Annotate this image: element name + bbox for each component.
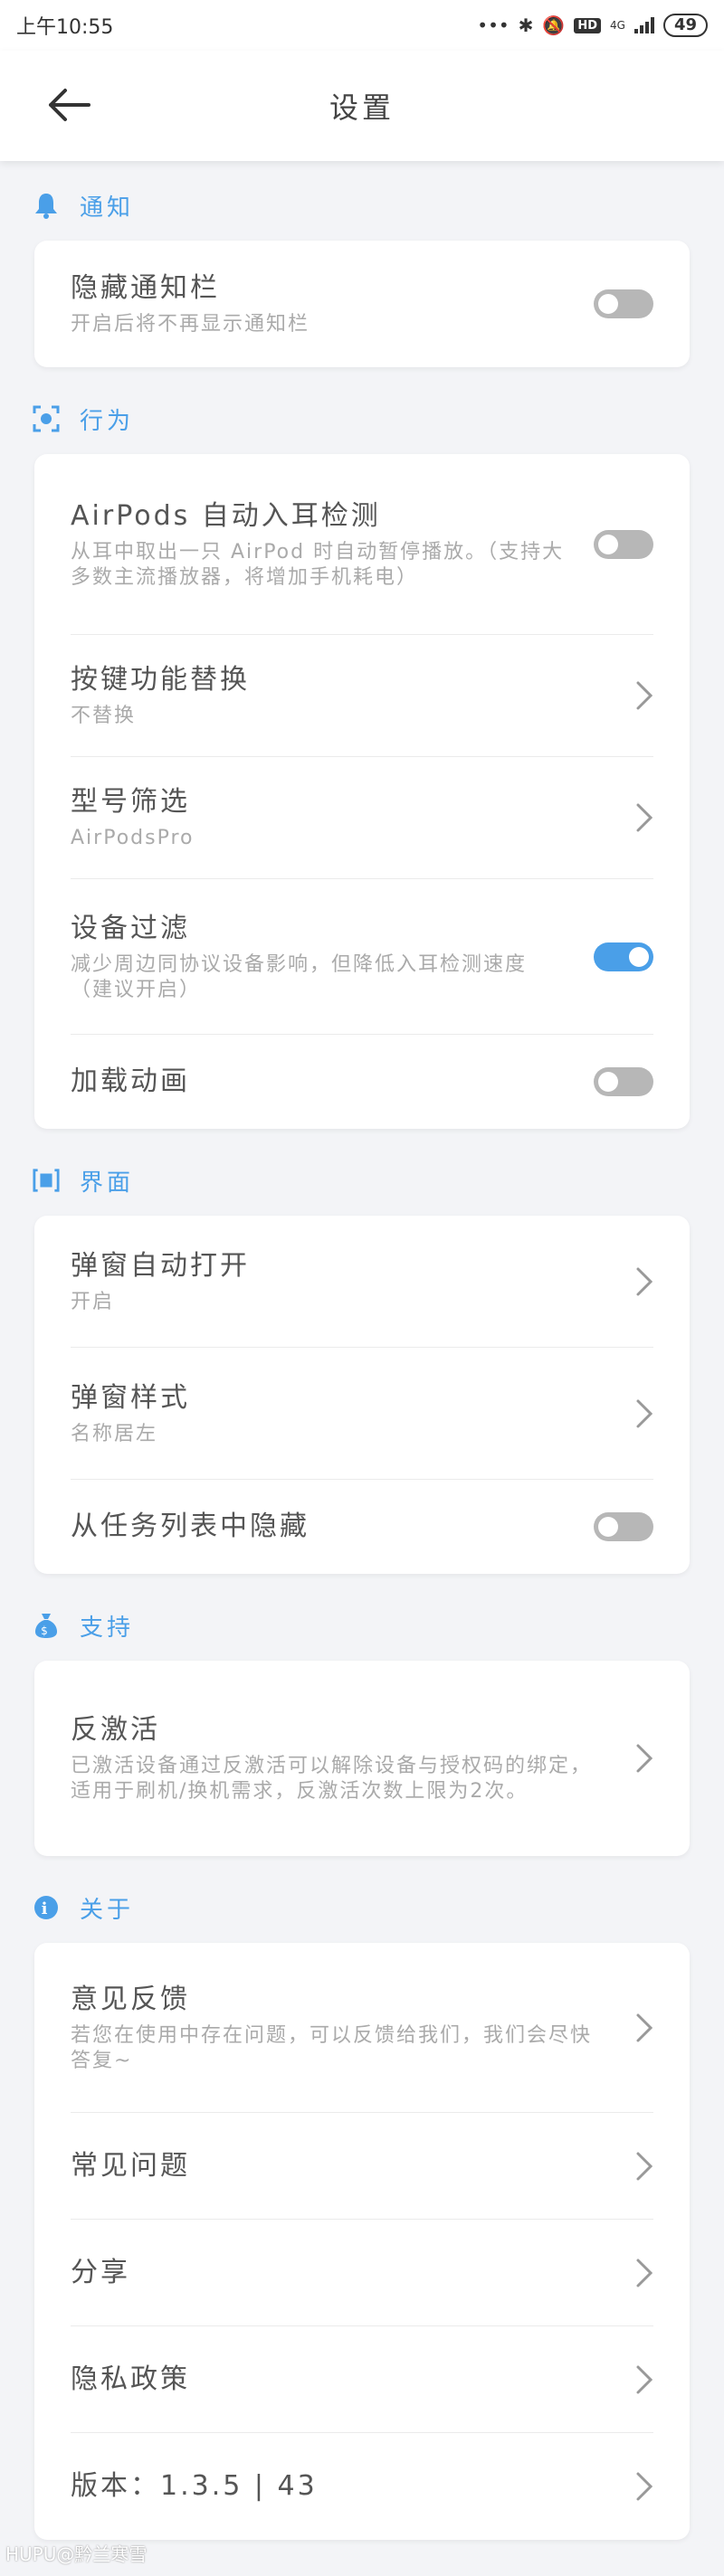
card-about: 意见反馈 若您在使用中存在问题，可以反馈给我们，我们会尽快答复~ 常见问题 分享… (34, 1943, 690, 2540)
hide-notification-toggle[interactable] (594, 289, 653, 318)
setting-hide-notification[interactable]: 隐藏通知栏 开启后将不再显示通知栏 (71, 241, 653, 367)
section-header-notify: 通知 (0, 170, 724, 241)
setting-faq[interactable]: 常见问题 (71, 2113, 653, 2220)
setting-subtitle: 名称居左 (71, 1422, 158, 1445)
section-title: 界面 (80, 1169, 135, 1197)
battery-icon: 49 (662, 14, 708, 37)
setting-title: 按键功能替换 (71, 664, 250, 696)
window-icon (33, 1167, 60, 1194)
network-type: 4G (610, 19, 625, 32)
setting-popup-style[interactable]: 弹窗样式 名称居左 (71, 1348, 653, 1480)
bell-icon (33, 192, 60, 219)
setting-title: 弹窗样式 (71, 1381, 190, 1414)
focus-frame-icon (33, 405, 60, 432)
setting-title: AirPods 自动入耳检测 (71, 499, 381, 532)
app-bar: 设置 (0, 51, 724, 161)
setting-subtitle: 开启后将不再显示通知栏 (71, 313, 310, 336)
setting-title: 加载动画 (71, 1065, 190, 1097)
setting-subtitle: 已激活设备通过反激活可以解除设备与授权码的绑定，适用于刷机/换机需求，反激活次数… (71, 1755, 593, 1803)
setting-subtitle: 从耳中取出一只 AirPod 时自动暂停播放。（支持大多数主流播放器，将增加手机… (71, 540, 565, 589)
svg-text:i: i (42, 1899, 52, 1918)
chevron-right-icon (636, 2259, 653, 2287)
setting-title: 意见反馈 (71, 1983, 190, 2015)
section-header-about: i 关于 (0, 1872, 724, 1943)
section-header-interface: 界面 (0, 1145, 724, 1216)
setting-loading-animation[interactable]: 加载动画 (71, 1035, 653, 1129)
bluetooth-icon: ✱ (518, 14, 534, 36)
arrow-left-icon (49, 89, 90, 121)
setting-hide-from-recents[interactable]: 从任务列表中隐藏 (71, 1480, 653, 1574)
hide-from-recents-toggle[interactable] (594, 1512, 653, 1541)
setting-title: 分享 (71, 2256, 130, 2288)
chevron-right-icon (636, 803, 653, 832)
card-support: 反激活 已激活设备通过反激活可以解除设备与授权码的绑定，适用于刷机/换机需求，反… (34, 1661, 690, 1856)
loading-animation-toggle[interactable] (594, 1067, 653, 1096)
setting-deactivate[interactable]: 反激活 已激活设备通过反激活可以解除设备与授权码的绑定，适用于刷机/换机需求，反… (71, 1661, 653, 1856)
device-filter-toggle[interactable] (594, 942, 653, 971)
setting-title: 设备过滤 (71, 912, 190, 944)
card-notify: 隐藏通知栏 开启后将不再显示通知栏 (34, 241, 690, 367)
setting-subtitle: 开启 (71, 1290, 115, 1313)
setting-title: 弹窗自动打开 (71, 1249, 250, 1282)
svg-text:$: $ (41, 1624, 52, 1637)
section-header-behavior: 行为 (0, 384, 724, 454)
chevron-right-icon (636, 2152, 653, 2180)
section-title: 关于 (80, 1896, 135, 1924)
setting-title: 型号筛选 (71, 786, 190, 818)
setting-title: 常见问题 (71, 2149, 190, 2182)
setting-subtitle: 减少周边同协议设备影响，但降低入耳检测速度（建议开启） (71, 952, 528, 1001)
setting-privacy-policy[interactable]: 隐私政策 (71, 2326, 653, 2433)
status-icons: ••• ✱ 🔕 HD 4G 49 (477, 14, 708, 37)
hd-badge: HD (574, 17, 601, 33)
setting-subtitle: 不替换 (71, 705, 137, 727)
watermark: HUPU@黔兰寒雪 (5, 2543, 148, 2565)
setting-title: 版本：1.3.5 | 43 (71, 2470, 318, 2502)
chevron-right-icon (636, 2472, 653, 2501)
setting-subtitle: AirPodsPro (71, 827, 195, 849)
chevron-right-icon (636, 1399, 653, 1427)
setting-title: 隐私政策 (71, 2363, 190, 2395)
mute-bell-icon: 🔕 (542, 14, 566, 36)
chevron-right-icon (636, 681, 653, 710)
section-title: 行为 (80, 407, 135, 435)
setting-title: 从任务列表中隐藏 (71, 1511, 310, 1542)
status-bar: 上午10:55 ••• ✱ 🔕 HD 4G 49 (0, 0, 724, 51)
setting-feedback[interactable]: 意见反馈 若您在使用中存在问题，可以反馈给我们，我们会尽快答复~ (71, 1943, 653, 2113)
card-interface: 弹窗自动打开 开启 弹窗样式 名称居左 从任务列表中隐藏 (34, 1216, 690, 1574)
info-icon: i (33, 1894, 60, 1921)
section-header-support: $ 支持 (0, 1590, 724, 1661)
settings-list: 通知 隐藏通知栏 开启后将不再显示通知栏 行为 AirPods 自动入耳检测 从… (0, 161, 724, 2540)
card-behavior: AirPods 自动入耳检测 从耳中取出一只 AirPod 时自动暂停播放。（支… (34, 454, 690, 1129)
page-title: 设置 (329, 90, 395, 125)
chevron-right-icon (636, 2013, 653, 2041)
setting-version[interactable]: 版本：1.3.5 | 43 (71, 2433, 653, 2540)
chevron-right-icon (636, 2365, 653, 2393)
section-title: 通知 (80, 194, 135, 222)
section-title: 支持 (80, 1614, 135, 1642)
more-dots-icon: ••• (477, 14, 510, 36)
setting-in-ear-detection[interactable]: AirPods 自动入耳检测 从耳中取出一只 AirPod 时自动暂停播放。（支… (71, 454, 653, 635)
setting-share[interactable]: 分享 (71, 2220, 653, 2326)
setting-device-filter[interactable]: 设备过滤 减少周边同协议设备影响，但降低入耳检测速度（建议开启） (71, 879, 653, 1035)
chevron-right-icon (636, 1744, 653, 1773)
setting-button-remap[interactable]: 按键功能替换 不替换 (71, 635, 653, 757)
chevron-right-icon (636, 1267, 653, 1295)
signal-icon (634, 17, 654, 33)
setting-title: 反激活 (71, 1714, 160, 1746)
setting-popup-auto-open[interactable]: 弹窗自动打开 开启 (71, 1216, 653, 1348)
status-time: 上午10:55 (16, 16, 114, 39)
setting-title: 隐藏通知栏 (71, 272, 220, 304)
in-ear-detection-toggle[interactable] (594, 529, 653, 559)
setting-subtitle: 若您在使用中存在问题，可以反馈给我们，我们会尽快答复~ (71, 2023, 593, 2072)
setting-model-filter[interactable]: 型号筛选 AirPodsPro (71, 757, 653, 879)
money-bag-icon: $ (33, 1612, 60, 1639)
back-button[interactable] (43, 85, 94, 125)
